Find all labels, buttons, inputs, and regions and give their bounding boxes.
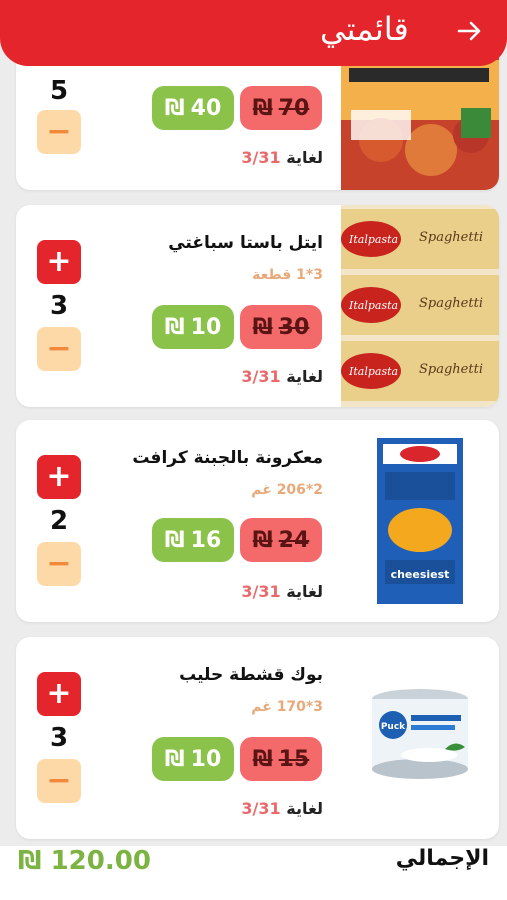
- page-title: قائمتي: [320, 10, 409, 48]
- new-price: ₪ 10: [152, 305, 234, 349]
- svg-text:Spaghetti: Spaghetti: [419, 362, 483, 377]
- product-image: Puck: [341, 637, 499, 839]
- svg-text:Italpasta: Italpasta: [348, 233, 398, 246]
- total-value: ₪ 120.00: [18, 846, 151, 876]
- product-image: cheesiest: [341, 420, 499, 622]
- cart-list[interactable]: ₪ 70 ₪ 40 لغاية 3/31 5 − Italpasta Italp…: [0, 0, 507, 846]
- package-size: 3*1 قطعة: [252, 267, 323, 283]
- quantity-value: 3: [49, 723, 69, 753]
- svg-text:Puck: Puck: [381, 722, 406, 732]
- cart-item-card: cheesiest معكرونة بالجبنة كرافت 2*206 غم…: [16, 420, 499, 622]
- svg-text:Italpasta: Italpasta: [348, 365, 398, 378]
- product-name: معكرونة بالجبنة كرافت: [132, 448, 323, 468]
- package-size: 3*170 غم: [251, 699, 323, 715]
- new-price: ₪ 10: [152, 737, 234, 781]
- old-price: ₪ 70: [240, 86, 322, 130]
- old-price: ₪ 15: [240, 737, 322, 781]
- increase-button[interactable]: +: [37, 455, 81, 499]
- product-name: بوك قشطة حليب: [179, 665, 323, 685]
- old-price: ₪ 24: [240, 518, 322, 562]
- arrow-right-icon[interactable]: [455, 16, 485, 46]
- validity: لغاية 3/31: [241, 148, 323, 167]
- validity: لغاية 3/31: [241, 799, 323, 818]
- old-price: ₪ 30: [240, 305, 322, 349]
- quantity-value: 3: [49, 291, 69, 321]
- product-name: ايتل باستا سباغتي: [168, 233, 323, 253]
- decrease-button[interactable]: −: [37, 759, 81, 803]
- svg-text:Italpasta: Italpasta: [348, 299, 398, 312]
- svg-text:Spaghetti: Spaghetti: [419, 230, 483, 245]
- cart-total-bar: الإجمالي ₪ 120.00: [0, 846, 507, 900]
- decrease-button[interactable]: −: [37, 110, 81, 154]
- quantity-value: 5: [49, 76, 69, 106]
- product-image: Italpasta Italpasta Italpasta Spaghetti …: [341, 205, 499, 407]
- increase-button[interactable]: +: [37, 672, 81, 716]
- cart-item-card: Italpasta Italpasta Italpasta Spaghetti …: [16, 205, 499, 407]
- total-label: الإجمالي: [395, 846, 489, 871]
- quantity-value: 2: [49, 506, 69, 536]
- decrease-button[interactable]: −: [37, 542, 81, 586]
- svg-text:cheesiest: cheesiest: [391, 568, 450, 581]
- svg-text:Spaghetti: Spaghetti: [419, 296, 483, 311]
- new-price: ₪ 40: [152, 86, 234, 130]
- increase-button[interactable]: +: [37, 240, 81, 284]
- new-price: ₪ 16: [152, 518, 234, 562]
- cart-item-card: Puck بوك قشطة حليب 3*170 غم ₪ 15 ₪ 10 لغاي…: [16, 637, 499, 839]
- validity: لغاية 3/31: [241, 582, 323, 601]
- app-header: قائمتي: [0, 0, 507, 66]
- package-size: 2*206 غم: [251, 482, 323, 498]
- decrease-button[interactable]: −: [37, 327, 81, 371]
- validity: لغاية 3/31: [241, 367, 323, 386]
